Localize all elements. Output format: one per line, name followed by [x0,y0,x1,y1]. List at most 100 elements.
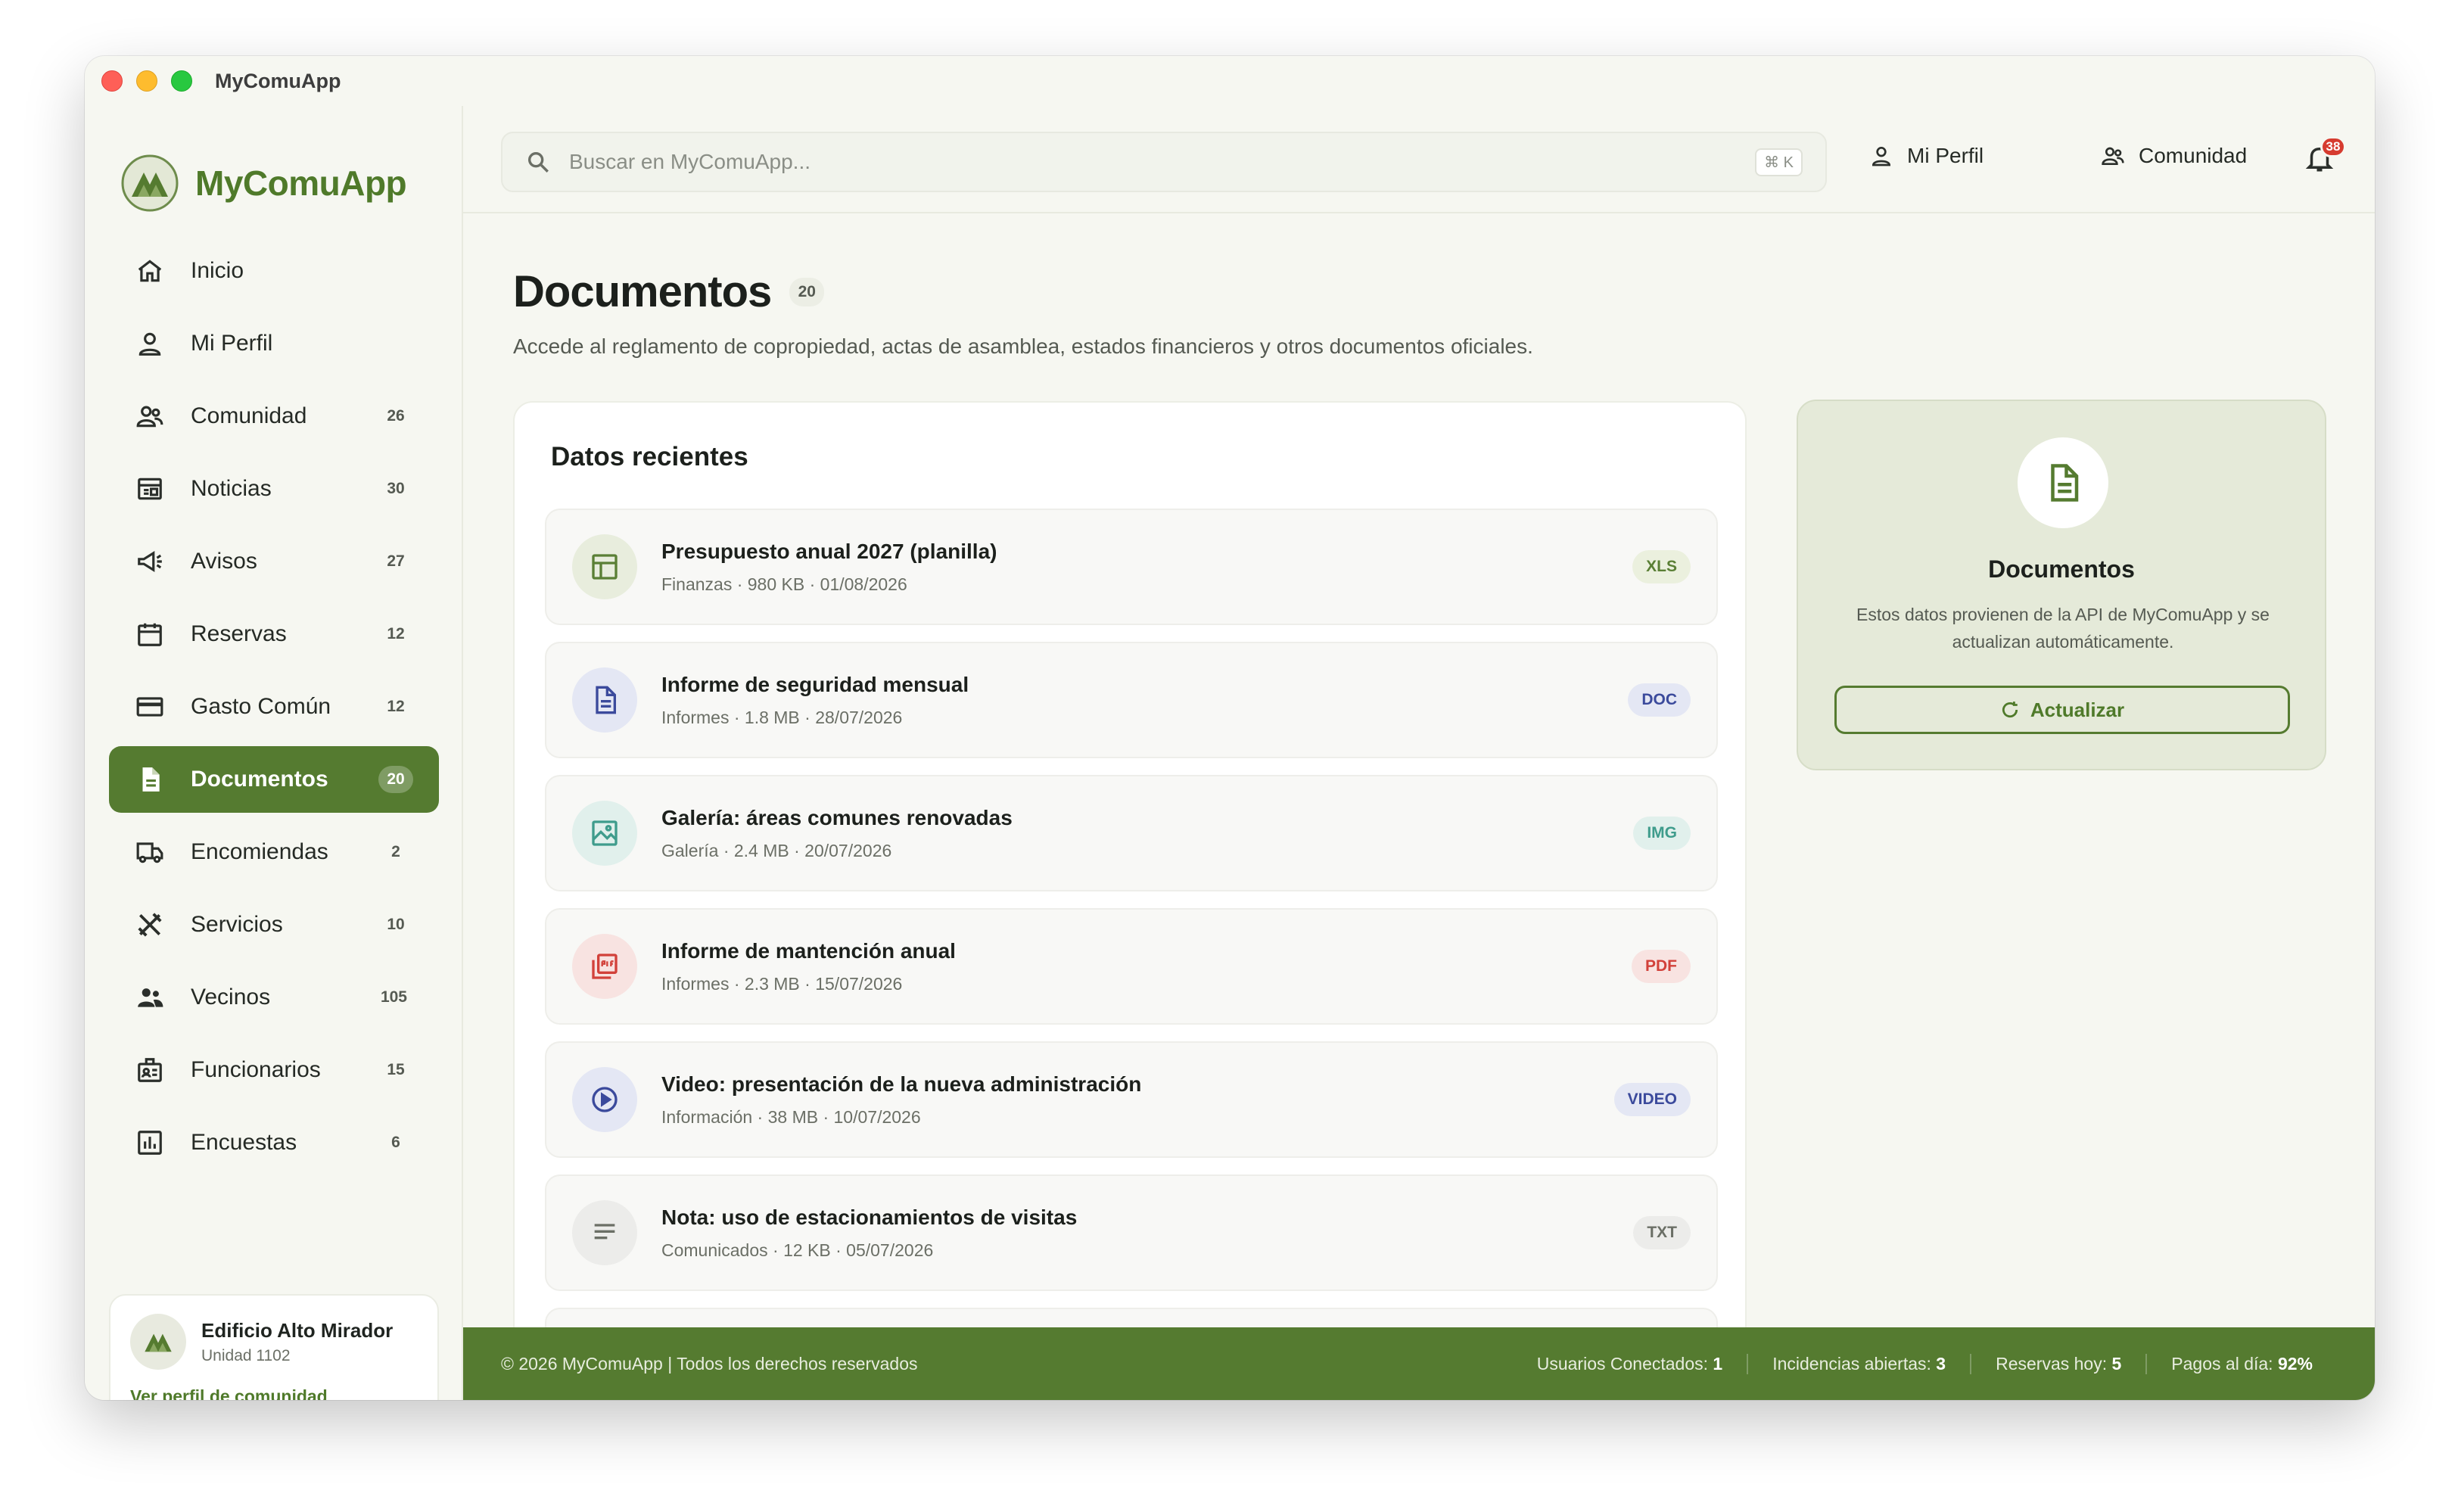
search-bar[interactable]: ⌘ K [501,132,1827,192]
community-link-label: Comunidad [2139,144,2248,167]
megaphone-icon [135,546,165,577]
tools-icon [135,910,165,940]
document-row[interactable]: Nota: uso de estacionamientos de visitas… [545,1174,1718,1291]
sidebar-item-comunidad[interactable]: Comunidad 26 [109,383,439,450]
document-type-badge: TXT [1633,1216,1691,1249]
maximize-window-button[interactable] [171,70,192,92]
sidebar-item-inicio[interactable]: Inicio [109,238,439,304]
search-icon [527,151,549,173]
document-row[interactable]: Informe de mantención anual Informes · 2… [545,908,1718,1025]
sidebar-item-badge: 26 [387,407,405,425]
document-icon [2018,437,2108,528]
people-icon [135,982,165,1013]
document-name: Informe de seguridad mensual [661,672,969,696]
document-type-badge: VIDEO [1613,1083,1691,1116]
community-avatar [130,1314,186,1370]
refresh-button[interactable]: Actualizar [1834,686,2290,734]
refresh-icon [2002,702,2018,718]
sidebar-item-label: Inicio [191,258,244,283]
sidebar-item-label: Mi Perfil [191,331,273,356]
close-window-button[interactable] [101,70,123,92]
document-row[interactable] [545,1308,1718,1327]
page-title: Documentos [513,267,772,316]
search-input[interactable] [569,150,1756,174]
recent-documents-card: Datos recientes Presupuesto anual 2027 (… [513,401,1747,1327]
window-title: MyComuApp [215,69,341,92]
sidebar-item-noticias[interactable]: Noticias 30 [109,456,439,522]
sidebar-item-badge: 105 [380,988,407,1006]
refresh-button-label: Actualizar [2030,698,2125,721]
bar-chart-icon [135,1128,165,1158]
document-meta: Información · 38 MB · 10/07/2026 [661,1106,921,1127]
document-meta: Finanzas · 980 KB · 01/08/2026 [661,574,907,594]
sidebar-item-label: Documentos [191,767,328,792]
document-list: Presupuesto anual 2027 (planilla) Finanz… [545,509,1718,1327]
document-row[interactable]: Galería: áreas comunes renovadas Galería… [545,775,1718,891]
sidebar-item-badge: 12 [387,625,405,642]
document-meta: Informes · 2.3 MB · 15/07/2026 [661,973,903,994]
sidebar-item-encuestas[interactable]: Encuestas 6 [109,1109,439,1176]
document-row[interactable]: Informe de seguridad mensual Informes · … [545,642,1718,758]
sidebar-item-funcionarios[interactable]: Funcionarios 15 [109,1037,439,1103]
sidebar-item-avisos[interactable]: Avisos 27 [109,528,439,595]
sidebar-item-label: Funcionarios [191,1057,321,1082]
document-meta: Comunicados · 12 KB · 05/07/2026 [661,1240,934,1260]
document-row[interactable]: Video: presentación de la nueva administ… [545,1041,1718,1158]
sidebar-item-label: Noticias [191,476,272,501]
sidebar-item-gasto-comun[interactable]: Gasto Común 12 [109,674,439,740]
group-icon [2102,147,2124,165]
stat-label: Reservas hoy: [1996,1353,2108,1374]
top-bar: ⌘ K Mi Perfil Comunidad 38 [463,106,2375,213]
sidebar-item-reservas[interactable]: Reservas 12 [109,601,439,667]
credit-card-icon [135,692,165,722]
sidebar-item-badge [378,330,413,357]
stat-value: 5 [2111,1353,2122,1374]
document-icon [135,764,165,795]
badge-icon [135,1055,165,1085]
stat-value: 3 [1936,1353,1946,1374]
user-icon [1872,147,1891,166]
status-footer: © 2026 MyComuApp | Todos los derechos re… [463,1327,2375,1400]
page-description: Accede al reglamento de copropiedad, act… [513,334,1533,358]
document-type-badge: DOC [1628,683,1691,717]
sidebar-item-badge [378,257,413,285]
sidebar-item-vecinos[interactable]: Vecinos 105 [109,964,439,1031]
app-window: MyComuApp MyComuApp Inicio Mi Perfil Com… [85,56,2375,1400]
document-name: Galería: áreas comunes renovadas [661,805,1013,829]
sidebar-item-label: Encomiendas [191,839,328,864]
recent-documents-title: Datos recientes [551,442,748,471]
home-icon [135,256,165,286]
image-icon [572,801,637,866]
text-lines-icon [572,1200,637,1265]
community-link[interactable]: Comunidad [2101,144,2247,168]
stat-open-incidents: Incidencias abiertas: 3 [1747,1353,1970,1374]
profile-link[interactable]: Mi Perfil [1869,144,1984,168]
sidebar-nav: Inicio Mi Perfil Comunidad 26 Noticias 3… [109,238,439,1182]
profile-link-label: Mi Perfil [1907,144,1984,167]
sidebar-item-label: Vecinos [191,985,271,1010]
brand[interactable]: MyComuApp [121,154,407,212]
minimize-window-button[interactable] [136,70,157,92]
window-controls [101,70,192,92]
sidebar-item-mi-perfil[interactable]: Mi Perfil [109,310,439,377]
stat-label: Usuarios Conectados: [1536,1353,1709,1374]
sidebar-item-encomiendas[interactable]: Encomiendas 2 [109,819,439,885]
document-row[interactable]: Presupuesto anual 2027 (planilla) Finanz… [545,509,1718,625]
brand-logo-icon [121,154,179,212]
group-icon [135,401,165,431]
play-icon [572,1067,637,1132]
sidebar-item-documentos[interactable]: Documentos 20 [109,746,439,813]
community-profile-link[interactable]: Ver perfil de comunidad [130,1386,418,1400]
footer-stats: Usuarios Conectados: 1 Incidencias abier… [1513,1353,2337,1374]
page-header: Documentos 20 [513,266,825,317]
stat-label: Incidencias abiertas: [1772,1353,1931,1374]
sidebar-item-servicios[interactable]: Servicios 10 [109,891,439,958]
sidebar-item-label: Gasto Común [191,694,331,719]
notifications-button[interactable]: 38 [2304,136,2346,178]
truck-icon [135,837,165,867]
notifications-badge: 38 [2320,136,2346,157]
sidebar-item-label: Servicios [191,912,283,937]
stat-label: Pagos al día: [2171,1353,2273,1374]
stat-payments-up-to-date: Pagos al día: 92% [2145,1353,2337,1374]
document-icon [572,667,637,733]
